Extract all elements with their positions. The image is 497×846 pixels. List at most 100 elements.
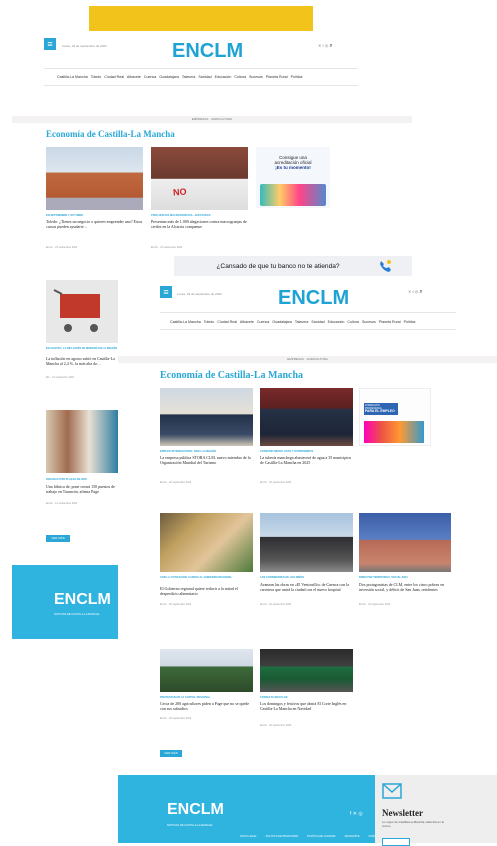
subnav-empresas[interactable]: EMPRESAS bbox=[192, 117, 209, 121]
footer-social[interactable]: f ✕ ◎ bbox=[350, 811, 363, 817]
menu-button[interactable]: ≡ bbox=[160, 286, 172, 298]
footer-link[interactable]: AVISO LEGAL bbox=[240, 835, 257, 838]
nav-item[interactable]: Castilla-La Mancha bbox=[170, 320, 201, 324]
nav-item[interactable]: Ciudad Real bbox=[104, 75, 124, 79]
facebook-icon[interactable]: f bbox=[322, 43, 323, 48]
top-ad-banner[interactable] bbox=[89, 6, 313, 31]
more-button[interactable]: VER MÁS bbox=[160, 750, 182, 757]
search-icon[interactable]: ⌕ bbox=[329, 43, 332, 49]
nav-item[interactable]: Guadalajara bbox=[272, 320, 292, 324]
nav-item[interactable]: Política bbox=[291, 75, 303, 79]
article-image[interactable] bbox=[359, 513, 451, 572]
article-image[interactable] bbox=[160, 513, 253, 572]
site-logo[interactable]: ENCLM bbox=[172, 40, 243, 63]
footer-link[interactable]: POLÍTICA DE PRIVACIDAD bbox=[266, 835, 298, 838]
article-category[interactable]: EN AGOSTO, LA INFLACIÓN SE MODERÓ EN LA … bbox=[46, 347, 118, 350]
nav-item[interactable]: Sucesos bbox=[249, 75, 263, 79]
footer-link[interactable]: ANUNCIÁTE bbox=[344, 835, 359, 838]
instagram-icon[interactable]: ◎ bbox=[415, 289, 419, 294]
article-image[interactable] bbox=[46, 410, 118, 473]
nav-item[interactable]: Cultura bbox=[347, 320, 359, 324]
instagram-icon[interactable]: ◎ bbox=[358, 811, 362, 817]
article-image[interactable] bbox=[160, 649, 253, 692]
twitter-icon[interactable]: ✕ bbox=[408, 289, 411, 294]
promo-ad[interactable]: FORMACIÓN PROFESIONAL PARA EL EMPLEO bbox=[359, 388, 431, 446]
promo-ad[interactable]: Consigue una acreditación oficial ¡Es tu… bbox=[256, 147, 330, 208]
article-headline[interactable]: Toledo: ¿Tienes un negocio o quieres emp… bbox=[46, 219, 143, 229]
nav-item[interactable]: Ciudad Real bbox=[217, 320, 237, 324]
article-category[interactable]: EMPLEO INTERNACIONAL PARA LA REGIÓN bbox=[160, 450, 253, 453]
article-category[interactable]: EN SEPTIEMBRE Y OCTUBRE bbox=[46, 214, 143, 217]
article-image[interactable] bbox=[260, 513, 353, 572]
nav-item[interactable]: Albacete bbox=[127, 75, 141, 79]
site-logo[interactable]: ENCLM bbox=[278, 287, 349, 310]
nav-item[interactable]: Albacete bbox=[240, 320, 254, 324]
nav-item[interactable]: Planeta Rural bbox=[379, 320, 401, 324]
article-headline[interactable]: La inflación en agosto subió en Castilla… bbox=[46, 356, 118, 366]
nav-item[interactable]: Toledo bbox=[204, 320, 215, 324]
article-category[interactable]: CONSULTA REGULAR bbox=[260, 696, 353, 699]
subnav-empresas[interactable]: EMPRESAS bbox=[287, 357, 304, 361]
social-icons[interactable]: ✕ f ◎ ⌕ bbox=[408, 289, 423, 296]
article-image[interactable] bbox=[160, 388, 253, 446]
article-category[interactable]: LOS CORREDORES DE LOS NIÑOS bbox=[260, 576, 353, 579]
article-headline[interactable]: Los domingos y festivos que abrirá El Co… bbox=[260, 701, 353, 711]
article-headline[interactable]: El Gobierno regional quiere reducir a la… bbox=[160, 586, 253, 596]
nav-item[interactable]: Sanidad bbox=[198, 75, 211, 79]
article-category[interactable]: CONSUMO MEDIO, ESTO Y SUSPENDIDOS bbox=[260, 450, 353, 453]
nav-item[interactable]: Talavera bbox=[295, 320, 309, 324]
twitter-icon[interactable]: ✕ bbox=[318, 43, 321, 48]
nav-item[interactable]: Talavera bbox=[182, 75, 196, 79]
twitter-icon[interactable]: ✕ bbox=[353, 811, 357, 817]
newsletter-text: Lo mejor de Castilla-La Mancha cada día … bbox=[382, 820, 445, 828]
nav-item[interactable]: Sanidad bbox=[311, 320, 324, 324]
nav-item[interactable]: Educación bbox=[215, 75, 232, 79]
article-category[interactable]: CON LA COTIZACIÓN, CARTAS AL GOBIERNO RE… bbox=[160, 576, 253, 579]
nav-item[interactable]: Castilla-La Mancha bbox=[57, 75, 88, 79]
hamburger-icon: ≡ bbox=[160, 286, 172, 298]
article-headline[interactable]: Dos protagonistas de CLM, entre los cinc… bbox=[359, 582, 451, 592]
article-category[interactable]: DIRECTOR TERRITORIAL SOCIAL 2024 bbox=[359, 576, 451, 579]
main-nav[interactable]: Castilla-La Mancha Toledo Ciudad Real Al… bbox=[57, 75, 304, 79]
article-image[interactable] bbox=[46, 147, 143, 210]
nav-item[interactable]: Política bbox=[404, 320, 416, 324]
footer-logo[interactable]: ENCLM bbox=[167, 801, 224, 819]
facebook-icon[interactable]: f bbox=[350, 811, 351, 817]
article-headline[interactable]: Una fábrica de, pone creará 150 puestos … bbox=[46, 484, 118, 494]
footer-logo[interactable]: ENCLM bbox=[54, 591, 111, 609]
more-button[interactable]: VER MÁS bbox=[46, 535, 70, 542]
nav-item[interactable]: Cuenca bbox=[257, 320, 269, 324]
article-headline[interactable]: La tubería manchega abastecerá de agua a… bbox=[260, 455, 353, 465]
menu-button[interactable]: ≡ bbox=[44, 38, 56, 50]
nav-item[interactable]: Educación bbox=[328, 320, 345, 324]
newsletter-subscribe-button[interactable] bbox=[382, 838, 410, 846]
footer-link[interactable]: POLÍTICA DE COOKIES bbox=[307, 835, 336, 838]
subnav-agricultura[interactable]: AGRICULTURA bbox=[211, 117, 232, 121]
nav-item[interactable]: Sucesos bbox=[362, 320, 376, 324]
article-image[interactable] bbox=[260, 388, 353, 446]
subnav-agricultura[interactable]: AGRICULTURA bbox=[306, 357, 327, 361]
nav-item[interactable]: Guadalajara bbox=[159, 75, 179, 79]
bank-ad-banner[interactable]: ¿Cansado de que tu banco no te atienda? bbox=[174, 256, 412, 276]
footer-page2: ENCLM NOTICIAS DE CASTILLA-LA MANCHA f ✕… bbox=[118, 775, 383, 843]
article-category[interactable]: TRES NUEVAS MACROGRANJAS · AFECTADAS bbox=[151, 214, 248, 217]
date-text: Lunes, 23 de septiembre de 2024 bbox=[177, 292, 222, 296]
article-headline[interactable]: Cerca de 200 agricultores piden a Page q… bbox=[160, 701, 253, 711]
nav-item[interactable]: Toledo bbox=[91, 75, 102, 79]
nav-item[interactable]: Cultura bbox=[234, 75, 246, 79]
article-headline[interactable]: Avanzan las obras en «El Ventorrillo» de… bbox=[260, 582, 353, 592]
social-icons[interactable]: ✕ f ◎ ⌕ bbox=[318, 43, 333, 50]
article-headline[interactable]: Presentan más de 1.000 alegaciones contr… bbox=[151, 219, 248, 229]
search-icon[interactable]: ⌕ bbox=[419, 289, 422, 295]
nav-item[interactable]: Cuenca bbox=[144, 75, 156, 79]
article-category[interactable]: PROTESTAN EN LA CAPITAL REGIONAL bbox=[160, 696, 253, 699]
article-headline[interactable]: La empresa pública STORA CLM, nuevo miem… bbox=[160, 455, 253, 465]
instagram-icon[interactable]: ◎ bbox=[325, 43, 329, 48]
article-category[interactable]: PARADAS POR PLAZAS DE 2025 bbox=[46, 478, 118, 481]
article-image[interactable] bbox=[260, 649, 353, 692]
main-nav[interactable]: Castilla-La Mancha Toledo Ciudad Real Al… bbox=[170, 320, 417, 324]
facebook-icon[interactable]: f bbox=[412, 289, 413, 294]
article-image[interactable] bbox=[46, 280, 118, 343]
article-image[interactable]: NO bbox=[151, 147, 248, 210]
nav-item[interactable]: Planeta Rural bbox=[266, 75, 288, 79]
